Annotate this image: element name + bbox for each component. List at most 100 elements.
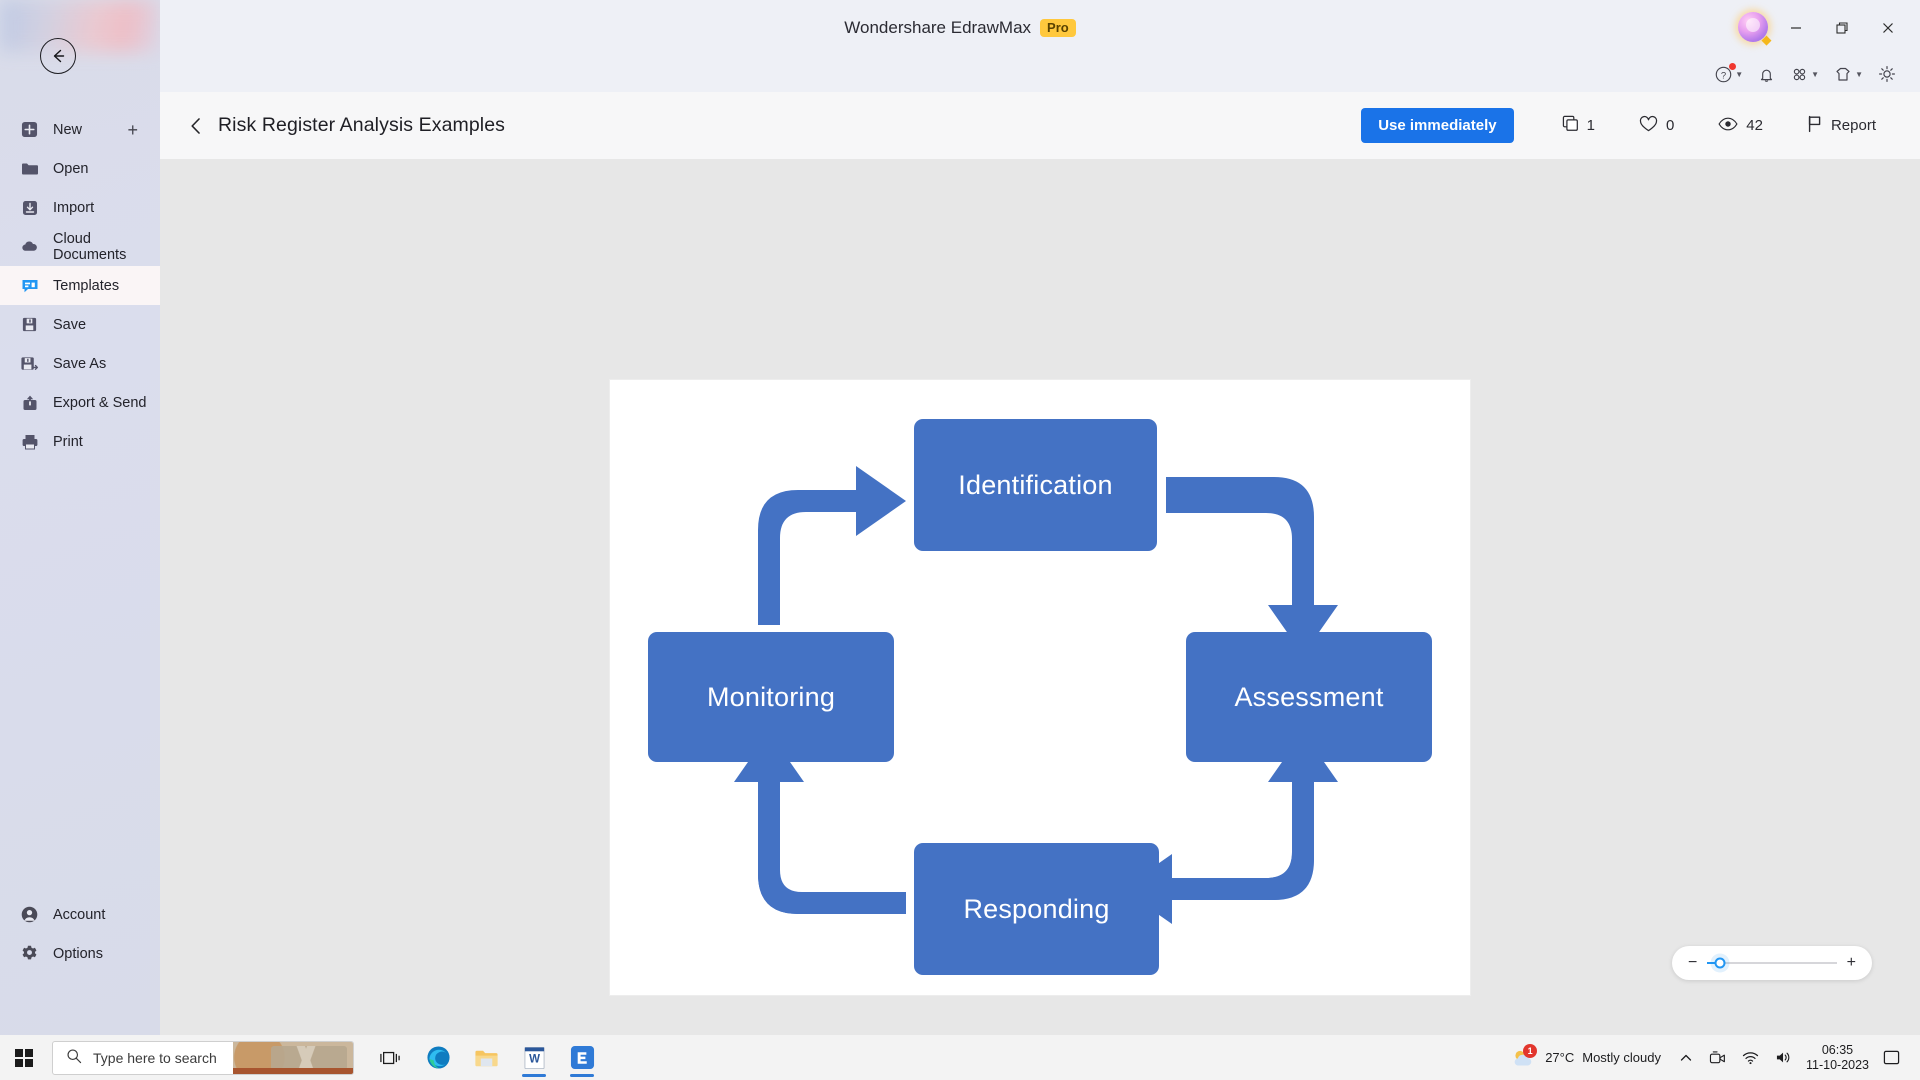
node-monitoring[interactable]: Monitoring bbox=[648, 632, 894, 762]
start-button[interactable] bbox=[0, 1035, 48, 1080]
likes-count: 0 bbox=[1665, 117, 1675, 134]
canvas-viewport[interactable]: Identification Assessment Responding Mon… bbox=[160, 159, 1920, 1035]
eye-icon bbox=[1718, 116, 1738, 136]
sidebar-new-plus-button[interactable]: + bbox=[127, 121, 138, 139]
content-area: Risk Register Analysis Examples Use imme… bbox=[160, 92, 1920, 1035]
task-view-icon[interactable] bbox=[368, 1038, 412, 1078]
diagram-canvas[interactable]: Identification Assessment Responding Mon… bbox=[610, 380, 1470, 995]
weather-cloud-icon: 1 bbox=[1511, 1043, 1538, 1069]
weather-description: Mostly cloudy bbox=[1582, 1050, 1661, 1065]
apps-grid-icon[interactable]: ▼ bbox=[1785, 63, 1824, 86]
word-icon[interactable]: W bbox=[512, 1038, 556, 1078]
show-hidden-icons-chevron-icon[interactable] bbox=[1671, 1051, 1701, 1065]
zoom-slider-handle[interactable] bbox=[1714, 957, 1726, 969]
sidebar-item-label: Save bbox=[53, 316, 87, 333]
utility-icon-row: ? ▼ ▼ ▼ bbox=[0, 56, 1920, 92]
avatar-vip-badge-icon: ◆ bbox=[1761, 32, 1772, 47]
node-identification[interactable]: Identification bbox=[914, 419, 1157, 551]
svg-text:?: ? bbox=[1721, 70, 1726, 81]
views-stat[interactable]: 42 bbox=[1696, 116, 1785, 136]
sidebar-item-save-as[interactable]: Save As bbox=[0, 344, 160, 383]
search-icon bbox=[66, 1048, 82, 1067]
sidebar-header-decoration bbox=[0, 0, 160, 52]
folder-icon bbox=[20, 159, 39, 178]
sidebar-item-label: Print bbox=[53, 433, 83, 450]
sidebar-item-options[interactable]: Options bbox=[0, 934, 160, 973]
likes-stat[interactable]: 0 bbox=[1617, 115, 1696, 137]
options-gear-icon bbox=[20, 944, 39, 963]
bell-icon[interactable] bbox=[1752, 63, 1781, 86]
report-label: Report bbox=[1830, 117, 1876, 134]
app-title-group: Wondershare EdrawMax Pro bbox=[0, 0, 1920, 56]
search-input[interactable]: Type here to search bbox=[52, 1040, 354, 1075]
arrow-responding-elbow bbox=[758, 778, 906, 914]
sidebar: New + Open Import Cloud Documents Templa… bbox=[0, 0, 160, 1035]
edrawmax-icon[interactable] bbox=[560, 1038, 604, 1078]
zoom-slider-track[interactable] bbox=[1707, 957, 1837, 969]
clock[interactable]: 06:35 11-10-2023 bbox=[1800, 1043, 1879, 1073]
sidebar-item-label: Export & Send bbox=[53, 394, 147, 411]
import-icon bbox=[20, 198, 39, 217]
node-responding[interactable]: Responding bbox=[914, 843, 1159, 975]
window-controls bbox=[1774, 0, 1910, 56]
sidebar-item-cloud-documents[interactable]: Cloud Documents bbox=[0, 227, 160, 266]
views-count: 42 bbox=[1746, 117, 1763, 134]
sidebar-menu: New + Open Import Cloud Documents Templa… bbox=[0, 110, 160, 461]
help-icon[interactable]: ? ▼ bbox=[1709, 62, 1748, 86]
wifi-icon[interactable] bbox=[1734, 1050, 1767, 1065]
node-assessment[interactable]: Assessment bbox=[1186, 632, 1432, 762]
notification-center-icon[interactable] bbox=[1879, 1049, 1912, 1066]
theme-shirt-icon[interactable]: ▼ bbox=[1828, 62, 1868, 86]
volume-icon[interactable] bbox=[1767, 1050, 1800, 1065]
edge-icon[interactable] bbox=[416, 1038, 460, 1078]
templates-icon bbox=[20, 276, 39, 295]
node-label: Responding bbox=[963, 893, 1110, 924]
meet-now-camera-icon[interactable] bbox=[1701, 1050, 1734, 1065]
search-placeholder-text: Type here to search bbox=[93, 1049, 217, 1066]
sidebar-item-save[interactable]: Save bbox=[0, 305, 160, 344]
save-icon bbox=[20, 315, 39, 334]
chevron-down-icon: ▼ bbox=[1811, 69, 1820, 79]
copies-count: 1 bbox=[1586, 117, 1595, 134]
avatar[interactable]: ◆ bbox=[1738, 12, 1772, 47]
sidebar-item-export-send[interactable]: Export & Send bbox=[0, 383, 160, 422]
sidebar-item-open[interactable]: Open bbox=[0, 149, 160, 188]
account-icon bbox=[20, 905, 39, 924]
clock-date: 11-10-2023 bbox=[1805, 1057, 1869, 1072]
sidebar-item-new[interactable]: New + bbox=[0, 110, 160, 149]
copies-stat[interactable]: 1 bbox=[1540, 115, 1617, 136]
windows-taskbar: Type here to search W 1 27°C Mostly clou… bbox=[0, 1035, 1920, 1080]
system-tray: 1 27°C Mostly cloudy 06:35 11-10-2023 bbox=[1501, 1043, 1920, 1073]
sidebar-item-label: Import bbox=[53, 199, 95, 216]
export-icon bbox=[20, 393, 39, 412]
title-bar: Wondershare EdrawMax Pro ◆ bbox=[0, 0, 1920, 56]
new-icon bbox=[20, 120, 39, 139]
sidebar-back-button[interactable] bbox=[40, 38, 76, 74]
zoom-out-button[interactable]: − bbox=[1688, 955, 1697, 971]
document-back-button[interactable] bbox=[182, 112, 210, 140]
document-header-bar: Risk Register Analysis Examples Use imme… bbox=[160, 92, 1920, 159]
use-immediately-button[interactable]: Use immediately bbox=[1361, 108, 1514, 143]
close-button[interactable] bbox=[1866, 8, 1910, 48]
zoom-in-button[interactable]: + bbox=[1847, 955, 1856, 971]
node-label: Identification bbox=[958, 469, 1113, 500]
sidebar-item-account[interactable]: Account bbox=[0, 895, 160, 934]
sidebar-item-print[interactable]: Print bbox=[0, 422, 160, 461]
report-button[interactable]: Report bbox=[1785, 115, 1898, 137]
minimize-button[interactable] bbox=[1774, 8, 1818, 48]
sidebar-item-import[interactable]: Import bbox=[0, 188, 160, 227]
copy-icon bbox=[1562, 115, 1579, 136]
weather-temperature: 27°C bbox=[1545, 1050, 1575, 1065]
maximize-button[interactable] bbox=[1820, 8, 1864, 48]
sidebar-item-templates[interactable]: Templates bbox=[0, 266, 160, 305]
gear-icon[interactable] bbox=[1872, 62, 1902, 86]
file-explorer-icon[interactable] bbox=[464, 1038, 508, 1078]
weather-widget[interactable]: 1 27°C Mostly cloudy bbox=[1501, 1043, 1671, 1069]
zoom-control[interactable]: − + bbox=[1672, 946, 1872, 980]
page-title: Risk Register Analysis Examples bbox=[218, 114, 506, 136]
node-label: Monitoring bbox=[706, 681, 836, 712]
app-window: Wondershare EdrawMax Pro ◆ ? ▼ ▼ ▼ New +… bbox=[0, 0, 1920, 1080]
document-actions: Use immediately 1 0 42 Report bbox=[1361, 108, 1898, 143]
flag-icon bbox=[1807, 115, 1823, 137]
sidebar-bottom-menu: Account Options bbox=[0, 895, 160, 973]
